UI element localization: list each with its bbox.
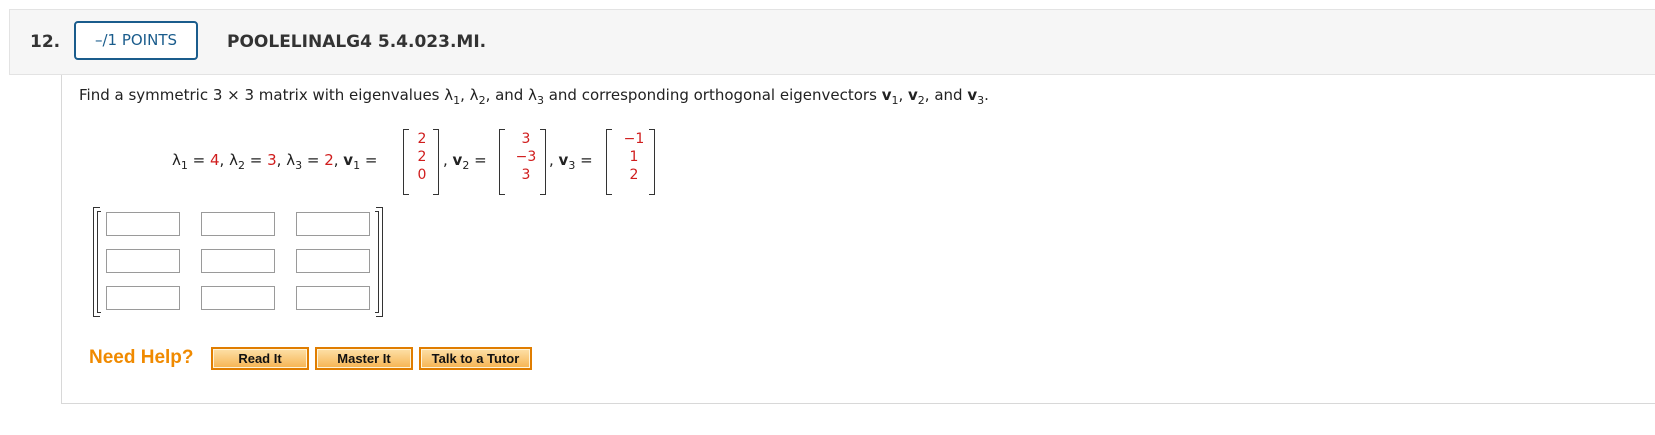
- read-it-button[interactable]: Read It: [211, 347, 309, 370]
- v1-left-bracket: [403, 129, 409, 195]
- v2-entry: 3: [521, 131, 531, 147]
- answer-cell-r2c2[interactable]: [201, 249, 275, 273]
- answer-cell-r1c2[interactable]: [201, 212, 275, 236]
- answer-matrix-right-bracket-inner: [375, 211, 379, 313]
- v3-entry: 1: [629, 149, 639, 165]
- answer-cell-r1c1[interactable]: [106, 212, 180, 236]
- lambda1-value: 4: [210, 151, 220, 169]
- question-number: 12.: [30, 32, 61, 52]
- v3-label: , v3 =: [549, 151, 593, 172]
- v3-entry: −1: [623, 131, 645, 147]
- v2-left-bracket: [499, 129, 505, 195]
- v2-right-bracket: [540, 129, 546, 195]
- lambda3-value: 2: [324, 151, 334, 169]
- v1-right-bracket: [433, 129, 439, 195]
- answer-cell-r2c3[interactable]: [296, 249, 370, 273]
- v3-left-bracket: [606, 129, 612, 195]
- v1-vector: 2 2 0: [410, 130, 434, 184]
- master-it-button[interactable]: Master It: [315, 347, 413, 370]
- v2-vector: 3 −3 3: [510, 130, 542, 184]
- v2-entry: −3: [515, 149, 537, 165]
- question-header: 12. –/1 POINTS POOLELINALG4 5.4.023.MI.: [9, 9, 1655, 75]
- question-id: POOLELINALG4 5.4.023.MI.: [227, 32, 487, 52]
- v2-label: , v2 =: [443, 151, 487, 172]
- v1-entry: 0: [417, 167, 427, 183]
- answer-cell-r1c3[interactable]: [296, 212, 370, 236]
- lambda2-value: 3: [267, 151, 277, 169]
- answer-cell-r3c1[interactable]: [106, 286, 180, 310]
- eigenvalue-equation: λ1 = 4, λ2 = 3, λ3 = 2, v1 =: [172, 151, 378, 172]
- v1-entry: 2: [417, 131, 427, 147]
- answer-matrix-left-bracket-inner: [97, 211, 101, 313]
- question-prompt: Find a symmetric 3 × 3 matrix with eigen…: [79, 86, 989, 107]
- points-badge[interactable]: –/1 POINTS: [74, 21, 198, 60]
- v3-right-bracket: [649, 129, 655, 195]
- v1-entry: 2: [417, 149, 427, 165]
- answer-cell-r3c2[interactable]: [201, 286, 275, 310]
- v2-entry: 3: [521, 167, 531, 183]
- need-help-label: Need Help?: [89, 347, 194, 368]
- answer-cell-r3c3[interactable]: [296, 286, 370, 310]
- v3-entry: 2: [629, 167, 639, 183]
- v3-vector: −1 1 2: [618, 130, 650, 184]
- answer-cell-r2c1[interactable]: [106, 249, 180, 273]
- talk-to-tutor-button[interactable]: Talk to a Tutor: [419, 347, 532, 370]
